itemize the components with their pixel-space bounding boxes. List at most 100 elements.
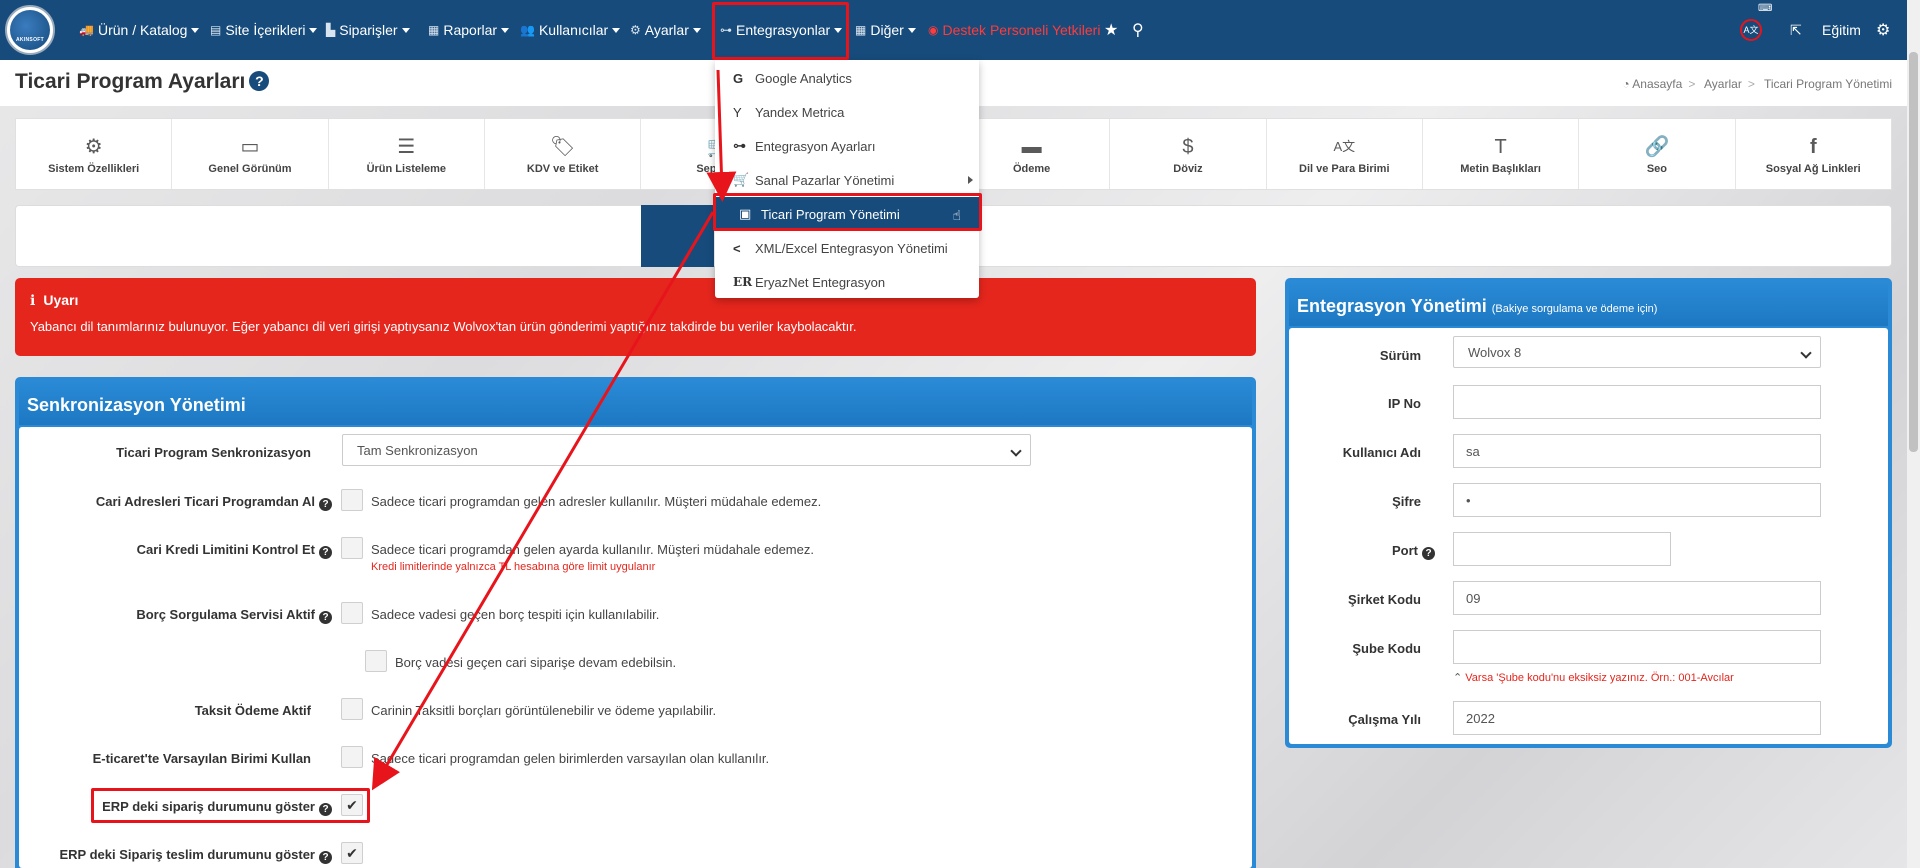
erp-teslim-durumu-checkbox[interactable]: ✔ — [341, 842, 363, 864]
users-icon: 👥 — [520, 23, 535, 37]
port-input[interactable] — [1453, 532, 1671, 566]
text-height-icon: T — [1494, 136, 1507, 158]
label-ticari-senk: Ticari Program Senkronizasyon — [116, 445, 311, 460]
gears-icon: ⚙ — [630, 23, 641, 37]
tab-dil-para-birimi[interactable]: A文 Dil ve Para Birimi — [1267, 119, 1423, 189]
help-icon[interactable]: ? — [1422, 547, 1435, 560]
calisma-yili-input[interactable]: 2022 — [1453, 701, 1821, 735]
sifre-input[interactable]: • — [1453, 483, 1821, 517]
support-icon: ◉ — [928, 23, 939, 37]
breadcrumb: ◔ Anasayfa > Ayarlar > Ticari Program Yöne… — [1622, 77, 1892, 91]
cogs-icon: ⚙ — [84, 136, 103, 158]
tab-sosyal-ag[interactable]: f Sosyal Ağ Linkleri — [1736, 119, 1891, 189]
tags-icon: 🏷 — [549, 136, 576, 158]
menu-xml-excel[interactable]: < XML/Excel Entegrasyon Yönetimi — [715, 231, 979, 265]
yandex-icon: Y — [733, 104, 742, 120]
keyboard-icon[interactable]: ⌨ — [1758, 0, 1772, 38]
nav-ayarlar[interactable]: ⚙ Ayarlar — [630, 0, 701, 60]
menu-eryaznet[interactable]: ER EryazNet Entegrasyon — [715, 265, 979, 299]
nav-raporlar[interactable]: ▦ Raporlar — [428, 0, 510, 60]
scrollbar-thumb[interactable] — [1909, 52, 1918, 452]
search-icon[interactable]: ⚲ — [1132, 0, 1144, 60]
breadcrumb-home[interactable]: Anasayfa — [1632, 77, 1682, 91]
page-title: Ticari Program Ayarları? — [15, 70, 270, 94]
label-kredi-limit: Cari Kredi Limitini Kontrol Et? — [19, 542, 332, 559]
akinsoft-logo[interactable]: AKINSOFT — [5, 5, 55, 55]
file-icon: ▤ — [210, 23, 222, 37]
sirket-kodu-input[interactable]: 09 — [1453, 581, 1821, 615]
help-icon[interactable]: ? — [319, 851, 332, 864]
shipping-icon: ▙ — [326, 23, 336, 37]
nav-diger[interactable]: ▦ Diğer — [855, 0, 916, 60]
tab-seo[interactable]: 🔗 Seo — [1579, 119, 1736, 189]
help-icon[interactable]: ? — [319, 498, 332, 511]
kredi-limit-checkbox[interactable] — [341, 537, 363, 559]
report-icon: ▦ — [428, 23, 440, 37]
tab-metin-basliklari[interactable]: T Metin Başlıkları — [1423, 119, 1580, 189]
nav-kullanicilar[interactable]: 👥 Kullanıcılar — [520, 0, 621, 60]
help-icon[interactable]: ? — [319, 546, 332, 559]
subtab-active[interactable] — [641, 205, 714, 267]
nav-site-icerikleri[interactable]: ▤ Site İçerikleri — [210, 0, 318, 60]
top-navbar: AKINSOFT 🚚 Ürün / Katalog ▤ Site İçerikler… — [0, 0, 1920, 60]
varsayilan-birim-checkbox[interactable] — [341, 746, 363, 768]
grid-icon: ▦ — [855, 23, 867, 37]
menu-entegrasyon-ayarlari[interactable]: ⊶ Entegrasyon Ayarları — [715, 129, 979, 163]
integration-panel-title: Entegrasyon Yönetimi (Bakiye sorgulama v… — [1289, 282, 1888, 326]
page-scrollbar[interactable] — [1907, 0, 1920, 868]
borc-vadesi-checkbox[interactable] — [365, 650, 387, 672]
sube-kodu-input[interactable] — [1453, 630, 1821, 664]
info-icon: ℹ — [30, 292, 36, 308]
tab-genel-gorunum[interactable]: ▭ Genel Görünüm — [172, 119, 329, 189]
sitemap-icon: ⊶ — [733, 138, 746, 153]
breadcrumb-current: Ticari Program Yönetimi — [1763, 77, 1892, 91]
integration-panel-body: Sürüm Wolvox 8 IP No Kullanıcı Adı sa Şi… — [1289, 328, 1888, 744]
facebook-icon: f — [1809, 136, 1817, 158]
tab-kdv-etiket[interactable]: 🏷 KDV ve Etiket — [485, 119, 642, 189]
nav-siparisler[interactable]: ▙ Siparişler — [326, 0, 410, 60]
ticari-program-highlight — [713, 193, 982, 231]
settings-gear-icon[interactable]: ⚙ — [1876, 0, 1890, 60]
menu-yandex-metrica[interactable]: Y Yandex Metrica — [715, 95, 979, 129]
taksit-odeme-checkbox[interactable] — [341, 698, 363, 720]
cari-adres-checkbox[interactable] — [341, 489, 363, 511]
label-erp-teslim-durumu: ERP deki Sipariş teslim durumunu göster? — [19, 847, 332, 864]
borc-sorgulama-checkbox[interactable] — [341, 602, 363, 624]
credit-card-icon: ▬ — [1021, 136, 1042, 158]
surum-select[interactable]: Wolvox 8 — [1453, 336, 1821, 368]
erp-row-highlight — [91, 788, 370, 823]
list-icon: ☰ — [397, 136, 416, 158]
tab-sistem-ozellikleri[interactable]: ⚙ Sistem Özellikleri — [16, 119, 173, 189]
kullanici-adi-input[interactable]: sa — [1453, 434, 1821, 468]
nav-destek-personeli[interactable]: ◉ Destek Personeli Yetkileri — [928, 0, 1100, 60]
help-icon[interactable]: ? — [319, 611, 332, 624]
help-icon[interactable]: ? — [249, 71, 270, 91]
cart-icon: 🛒 — [733, 172, 750, 187]
tab-doviz[interactable]: $ Döviz — [1110, 119, 1267, 189]
language-icon: A文 — [1333, 139, 1356, 154]
label-varsayilan-birim: E-ticaret'te Varsayılan Birimi Kullan — [92, 751, 311, 766]
ip-no-input[interactable] — [1453, 385, 1821, 419]
menu-google-analytics[interactable]: G Google Analytics — [715, 61, 979, 95]
nav-urun-katalog[interactable]: 🚚 Ürün / Katalog — [79, 0, 200, 60]
entegrasyonlar-highlight — [712, 2, 849, 60]
external-link-icon[interactable]: ⇱ — [1790, 0, 1802, 60]
truck-icon: 🚚 — [79, 23, 94, 37]
senkronizasyon-select[interactable]: Tam Senkronizasyon — [342, 434, 1031, 466]
sube-kodu-note: ⌃ Varsa 'Şube kodu'nu eksiksiz yazınız. … — [1453, 672, 1734, 684]
label-taksit-odeme: Taksit Ödeme Aktif — [194, 703, 311, 718]
star-icon[interactable]: ★ — [1104, 0, 1118, 60]
sync-panel-title: Senkronizasyon Yönetimi — [19, 381, 1252, 425]
eryaznet-icon: ER — [733, 275, 753, 289]
label-cari-adres: Cari Adresleri Ticari Programdan Al? — [19, 494, 332, 511]
menu-sanal-pazarlar[interactable]: 🛒 Sanal Pazarlar Yönetimi — [715, 163, 979, 197]
label-port: Port? — [1289, 543, 1435, 560]
link-icon: 🔗 — [1644, 136, 1670, 158]
breadcrumb-ayarlar[interactable]: Ayarlar — [1704, 77, 1742, 91]
label-borc-sorgulama: Borç Sorgulama Servisi Aktif? — [19, 607, 332, 624]
share-icon: < — [733, 240, 741, 256]
dollar-icon: $ — [1182, 136, 1194, 158]
monitor-icon: ▭ — [240, 136, 260, 158]
tab-urun-listeleme[interactable]: ☰ Ürün Listeleme — [329, 119, 485, 189]
egitim-link[interactable]: Eğitim — [1822, 0, 1861, 60]
